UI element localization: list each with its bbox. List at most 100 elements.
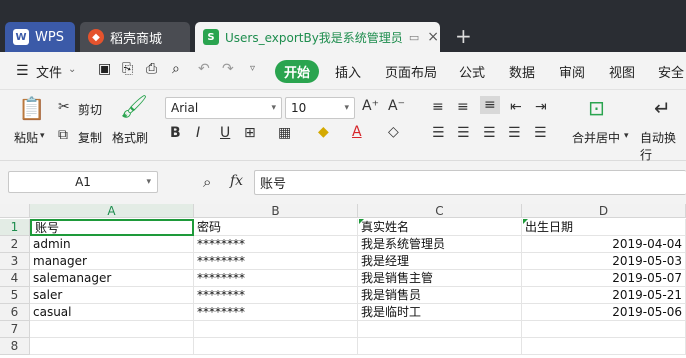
cell-b4[interactable]: ********	[194, 270, 358, 287]
merge-center-icon[interactable]: ⊡	[588, 96, 605, 120]
align-bottom-icon[interactable]: ≡	[480, 96, 500, 114]
column-header-d[interactable]: D	[522, 204, 686, 218]
merge-center-button[interactable]: 合并居中	[572, 129, 620, 146]
row-header[interactable]: 5	[0, 287, 30, 304]
row-header[interactable]: 6	[0, 304, 30, 321]
row-header[interactable]: 4	[0, 270, 30, 287]
cell-c5[interactable]: 我是销售员	[358, 287, 522, 304]
more-icon[interactable]: ▿	[250, 63, 255, 74]
cell-b3[interactable]: ********	[194, 253, 358, 270]
align-left-icon[interactable]: ☰	[432, 125, 445, 141]
wrap-text-icon[interactable]: ↵	[654, 96, 671, 120]
tab-daoke-store[interactable]: ◆ 稻壳商城	[80, 22, 190, 52]
cut-button[interactable]: 剪切	[78, 101, 102, 118]
cell-c6[interactable]: 我是临时工	[358, 304, 522, 321]
undo-icon[interactable]: ↶	[198, 61, 210, 77]
row-header[interactable]: 1	[0, 219, 30, 236]
underline-icon[interactable]: U	[220, 125, 230, 141]
format-painter-icon[interactable]: 🖌	[120, 95, 148, 120]
save-icon[interactable]: ▣	[98, 61, 111, 77]
wrap-text-button[interactable]: 自动换行	[640, 129, 686, 163]
menu-page-layout[interactable]: 页面布局	[385, 62, 437, 81]
indent-increase-icon[interactable]: ⇥	[535, 99, 547, 115]
cell-d1[interactable]: 出生日期	[522, 219, 686, 236]
cell-c3[interactable]: 我是经理	[358, 253, 522, 270]
paste-button[interactable]: 粘贴	[14, 129, 38, 146]
fill-style-icon[interactable]: ▦	[278, 125, 291, 141]
formula-input[interactable]: 账号	[254, 170, 686, 195]
border-icon[interactable]: ⊞	[244, 125, 256, 141]
print-preview-icon[interactable]: ⌕	[172, 61, 180, 77]
new-tab-icon[interactable]: +	[455, 24, 472, 48]
clear-format-icon[interactable]: ◇	[388, 124, 399, 140]
cell-b7[interactable]	[194, 321, 358, 338]
column-header-b[interactable]: B	[194, 204, 358, 218]
cell-b2[interactable]: ********	[194, 236, 358, 253]
cell-c1[interactable]: 真实姓名	[358, 219, 522, 236]
cell-a8[interactable]	[30, 338, 194, 355]
row-header[interactable]: 2	[0, 236, 30, 253]
italic-icon[interactable]: I	[196, 125, 200, 141]
cell-b8[interactable]	[194, 338, 358, 355]
chevron-down-icon[interactable]: ▾	[624, 131, 629, 141]
cell-a5[interactable]: saler	[30, 287, 194, 304]
menu-insert[interactable]: 插入	[335, 62, 361, 81]
restore-icon[interactable]: ▭	[409, 31, 419, 44]
zoom-icon[interactable]: ⌕	[203, 173, 211, 191]
align-right-icon[interactable]: ☰	[483, 125, 496, 141]
row-header[interactable]: 8	[0, 338, 30, 355]
cell-d6[interactable]: 2019-05-06	[522, 304, 686, 321]
menu-view[interactable]: 视图	[609, 62, 635, 81]
cell-d7[interactable]	[522, 321, 686, 338]
cell-d8[interactable]	[522, 338, 686, 355]
fill-color-icon[interactable]: ◆	[318, 124, 329, 140]
copy-button[interactable]: 复制	[78, 129, 102, 146]
column-header-a[interactable]: A	[30, 204, 194, 218]
font-size-select[interactable]: 10 ▾	[285, 97, 355, 119]
indent-decrease-icon[interactable]: ⇤	[510, 99, 522, 115]
distribute-icon[interactable]: ☰	[534, 125, 547, 141]
align-middle-icon[interactable]: ≡	[457, 99, 469, 115]
align-top-icon[interactable]: ≡	[432, 99, 444, 115]
cell-d5[interactable]: 2019-05-21	[522, 287, 686, 304]
chevron-down-icon[interactable]: ▾	[40, 131, 45, 141]
cell-d2[interactable]: 2019-04-04	[522, 236, 686, 253]
cell-b6[interactable]: ********	[194, 304, 358, 321]
cell-a3[interactable]: manager	[30, 253, 194, 270]
row-header[interactable]: 3	[0, 253, 30, 270]
fx-icon[interactable]: fx	[230, 173, 243, 189]
paste-icon[interactable]: 📋	[18, 97, 45, 122]
row-header[interactable]: 7	[0, 321, 30, 338]
menu-file[interactable]: 文件	[36, 62, 62, 81]
cell-d4[interactable]: 2019-05-07	[522, 270, 686, 287]
cell-b1[interactable]: 密码	[194, 219, 358, 236]
print-icon[interactable]: ⎙	[146, 61, 157, 77]
scissors-icon[interactable]: ✂	[58, 99, 70, 115]
align-center-icon[interactable]: ☰	[457, 125, 470, 141]
chevron-down-icon[interactable]: ⌄	[68, 64, 76, 75]
cell-b5[interactable]: ********	[194, 287, 358, 304]
copy-icon[interactable]: ⧉	[58, 127, 68, 143]
cell-d3[interactable]: 2019-05-03	[522, 253, 686, 270]
cell-c7[interactable]	[358, 321, 522, 338]
cell-a2[interactable]: admin	[30, 236, 194, 253]
cell-c2[interactable]: 我是系统管理员	[358, 236, 522, 253]
increase-font-icon[interactable]: A⁺	[362, 98, 379, 114]
export-icon[interactable]: ⎘	[122, 61, 133, 77]
justify-icon[interactable]: ☰	[508, 125, 521, 141]
format-painter-button[interactable]: 格式刷	[112, 129, 148, 146]
tab-document[interactable]: S Users_exportBy我是系统管理员 ▭ ×	[195, 22, 440, 52]
font-color-icon[interactable]: A	[352, 124, 362, 140]
menu-review[interactable]: 审阅	[559, 62, 585, 81]
cell-a1[interactable]: 账号	[30, 219, 194, 236]
cell-a4[interactable]: salemanager	[30, 270, 194, 287]
column-header-c[interactable]: C	[358, 204, 522, 218]
menu-data[interactable]: 数据	[509, 62, 535, 81]
font-family-select[interactable]: Arial ▾	[165, 97, 282, 119]
redo-icon[interactable]: ↷	[222, 61, 234, 77]
cell-c4[interactable]: 我是销售主管	[358, 270, 522, 287]
bold-icon[interactable]: B	[170, 125, 181, 141]
select-all-corner[interactable]	[0, 204, 30, 218]
cell-a7[interactable]	[30, 321, 194, 338]
name-box[interactable]: A1 ▾	[8, 171, 158, 193]
